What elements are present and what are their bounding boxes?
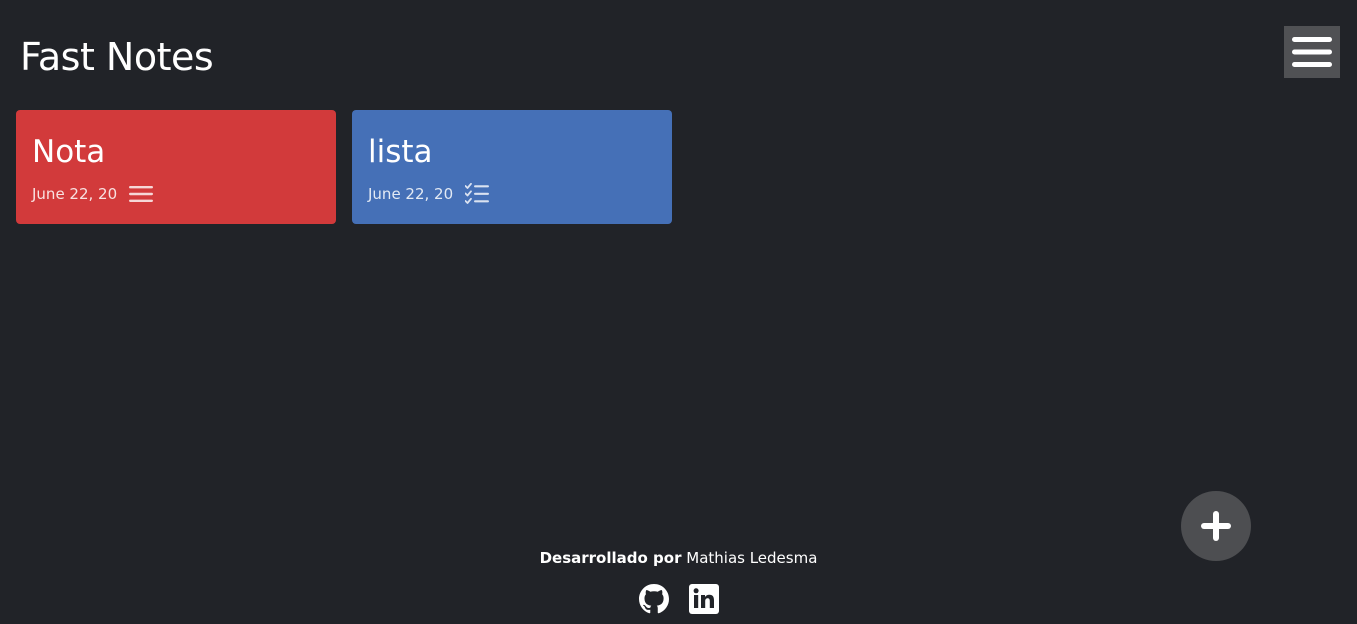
credit-name: Mathias Ledesma — [686, 549, 818, 567]
checklist-icon — [465, 183, 490, 205]
note-card[interactable]: Nota June 22, 20 — [16, 110, 336, 224]
note-card[interactable]: lista June 22, 20 — [352, 110, 672, 224]
notes-grid: Nota June 22, 20 lista June 22, 20 — [16, 110, 672, 224]
github-link[interactable] — [638, 583, 669, 615]
note-date: June 22, 20 — [368, 185, 454, 203]
menu-button[interactable] — [1284, 26, 1340, 78]
note-date: June 22, 20 — [32, 185, 118, 203]
page-title: Fast Notes — [20, 35, 214, 79]
credit-label: Desarrollado por — [539, 549, 682, 567]
linkedin-link[interactable] — [688, 583, 719, 615]
note-title: lista — [368, 134, 433, 170]
social-links — [0, 583, 1357, 615]
app: Fast Notes Nota June 22, 20 lista June 2… — [0, 0, 1357, 624]
note-title: Nota — [32, 134, 106, 170]
footer: Desarrollado por Mathias Ledesma — [0, 547, 1357, 615]
credit: Desarrollado por Mathias Ledesma — [0, 547, 1357, 569]
github-icon — [638, 584, 669, 614]
text-lines-icon — [129, 184, 154, 204]
plus-icon — [1201, 511, 1231, 541]
note-meta: June 22, 20 — [368, 182, 656, 206]
note-meta: June 22, 20 — [32, 182, 320, 206]
hamburger-menu-icon — [1292, 37, 1332, 67]
linkedin-icon — [688, 584, 719, 614]
